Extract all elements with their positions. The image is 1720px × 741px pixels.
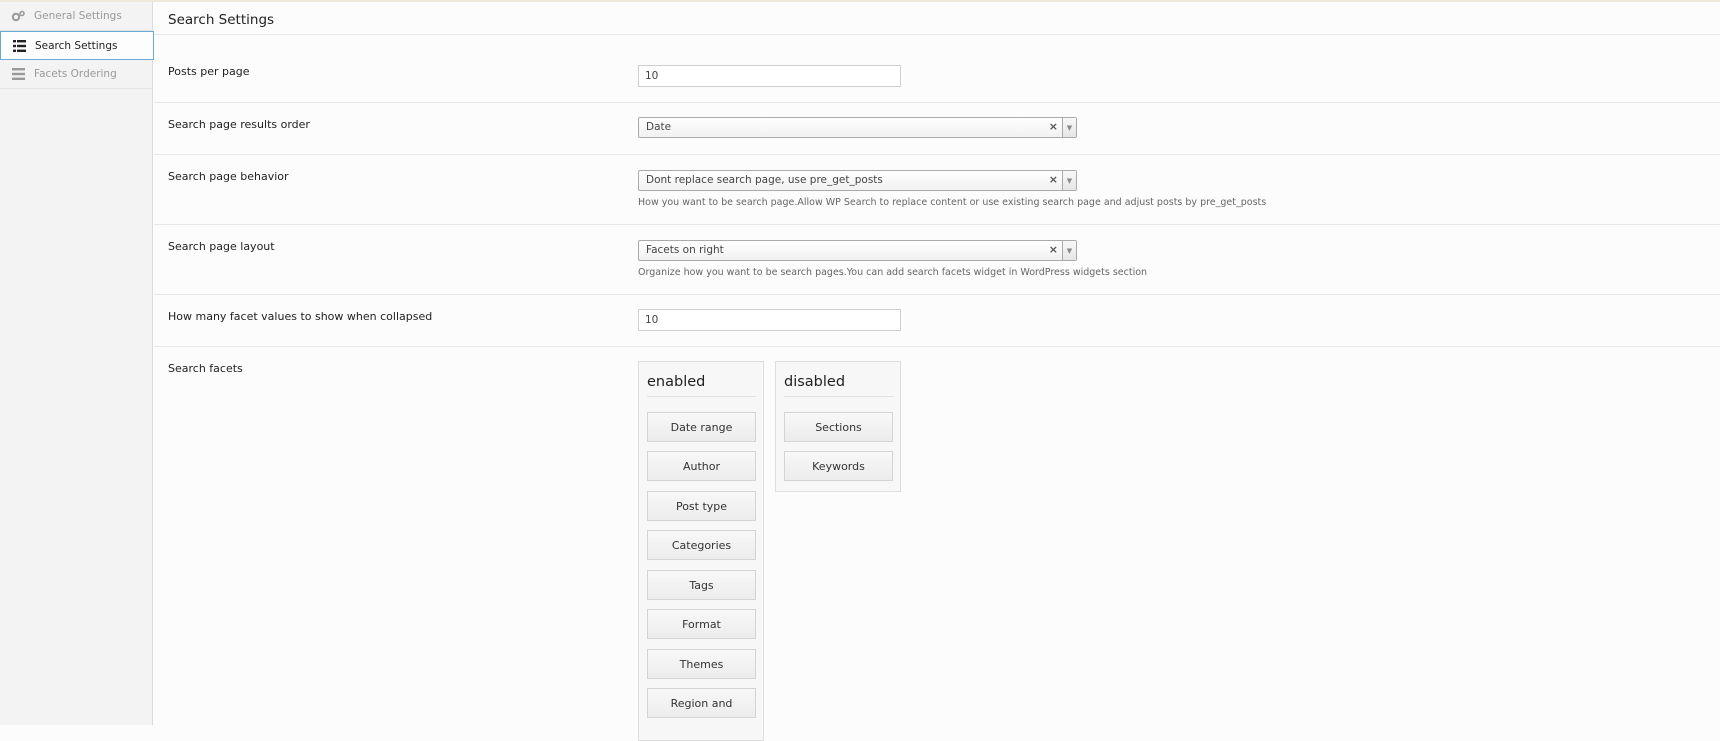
facet-item[interactable]: Format xyxy=(647,609,756,639)
sidebar-item-general-settings[interactable]: General Settings xyxy=(0,2,152,31)
results-order-label: Search page results order xyxy=(168,118,310,131)
layout-help-text: Organize how you want to be search pages… xyxy=(638,267,1148,278)
row-search-behavior: Search page behavior Dont replace search… xyxy=(154,155,1720,225)
facet-values-label: How many facet values to show when colla… xyxy=(168,310,433,323)
chevron-down-icon[interactable]: ▼ xyxy=(1062,171,1076,190)
facet-item[interactable]: Categories xyxy=(647,530,756,560)
select-value: Dont replace search page, use pre_get_po… xyxy=(646,174,883,186)
page-title: Search Settings xyxy=(168,12,275,28)
sidebar-item-label: Search Settings xyxy=(35,39,118,52)
facet-item[interactable]: Keywords xyxy=(784,451,893,481)
select-value: Date xyxy=(646,121,672,133)
facet-item[interactable]: Author xyxy=(647,451,756,481)
row-results-order: Search page results order Date × ▼ xyxy=(154,103,1720,155)
main-content: Search Settings Posts per page 10 Search… xyxy=(154,2,1720,741)
row-facet-values: How many facet values to show when colla… xyxy=(154,295,1720,347)
sidebar-item-search-settings[interactable]: Search Settings xyxy=(0,31,154,60)
clear-icon[interactable]: × xyxy=(1049,243,1058,256)
facet-item[interactable]: Tags xyxy=(647,570,756,600)
disabled-facets-heading: disabled xyxy=(784,374,846,390)
row-search-layout: Search page layout Facets on right × ▼ O… xyxy=(154,225,1720,295)
chevron-down-icon[interactable]: ▼ xyxy=(1062,241,1076,260)
facet-item[interactable]: Date range xyxy=(647,412,756,442)
clear-icon[interactable]: × xyxy=(1049,173,1058,186)
facet-item[interactable]: Themes xyxy=(647,649,756,679)
select-value: Facets on right xyxy=(646,244,724,256)
enabled-facets-list[interactable]: enabled Date range Author Post type Cate… xyxy=(638,361,764,741)
facet-item[interactable]: Region and xyxy=(647,688,756,718)
behavior-select[interactable]: Dont replace search page, use pre_get_po… xyxy=(638,170,1077,191)
sidebar-item-label: General Settings xyxy=(34,10,122,22)
sidebar-item-label: Facets Ordering xyxy=(34,68,117,80)
menu-icon xyxy=(11,67,25,81)
layout-select[interactable]: Facets on right × ▼ xyxy=(638,240,1077,261)
posts-per-page-label: Posts per page xyxy=(168,65,250,78)
chevron-down-icon[interactable]: ▼ xyxy=(1062,118,1076,137)
search-facets-label: Search facets xyxy=(168,362,243,375)
list-icon xyxy=(12,39,26,53)
disabled-facets-list[interactable]: disabled Sections Keywords xyxy=(775,361,901,492)
facet-item[interactable]: Post type xyxy=(647,491,756,521)
clear-icon[interactable]: × xyxy=(1049,120,1058,133)
settings-sidebar: General Settings Search Settings Facets … xyxy=(0,2,154,725)
gears-icon xyxy=(11,9,25,23)
layout-label: Search page layout xyxy=(168,240,275,253)
results-order-select[interactable]: Date × ▼ xyxy=(638,117,1077,138)
divider xyxy=(784,396,893,397)
enabled-facets-heading: enabled xyxy=(647,374,706,390)
facet-values-input[interactable]: 10 xyxy=(638,309,901,331)
posts-per-page-input[interactable]: 10 xyxy=(638,65,901,87)
sidebar-item-facets-ordering[interactable]: Facets Ordering xyxy=(0,60,152,89)
row-posts-per-page: Posts per page 10 xyxy=(154,35,1720,103)
divider xyxy=(647,396,756,397)
behavior-help-text: How you want to be search page.Allow WP … xyxy=(638,197,1267,208)
facet-item[interactable]: Sections xyxy=(784,412,893,442)
behavior-label: Search page behavior xyxy=(168,170,289,183)
